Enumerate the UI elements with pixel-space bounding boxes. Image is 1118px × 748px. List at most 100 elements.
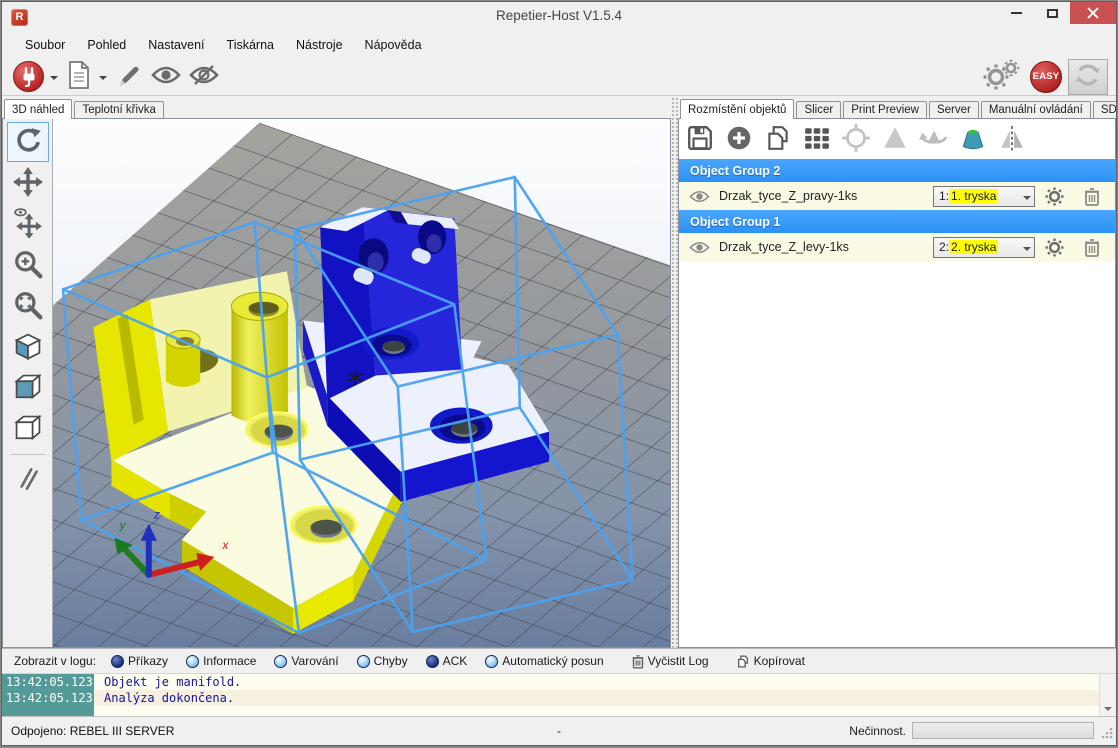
menu-nastaveni[interactable]: Nastavení xyxy=(137,34,215,56)
filter-informace[interactable]: Informace xyxy=(186,654,267,668)
rotate-object-button[interactable] xyxy=(919,124,949,154)
move-view-button[interactable] xyxy=(7,163,49,203)
object-settings-button[interactable] xyxy=(1035,238,1073,257)
tab-sd-karta[interactable]: SD karta xyxy=(1093,101,1117,118)
extruder-value: 1. tryska xyxy=(949,189,998,203)
printer-state-label: Nečinnost. xyxy=(849,724,906,738)
log-scrollbar[interactable] xyxy=(1099,674,1116,718)
emergency-stop-icon xyxy=(1073,60,1103,93)
connect-dropdown-arrow[interactable] xyxy=(50,76,58,84)
save-button[interactable] xyxy=(685,124,715,154)
crosshair-icon xyxy=(841,123,871,156)
emergency-stop-button[interactable] xyxy=(1068,59,1108,95)
axis-x-label: x xyxy=(221,538,229,552)
object-row-levy[interactable]: Drzak_tyce_Z_levy-1ks 2:2. tryska xyxy=(679,233,1115,261)
window-title: Repetier-Host V1.5.4 xyxy=(2,8,1116,23)
tab-print-preview[interactable]: Print Preview xyxy=(843,101,927,118)
front-view-button[interactable] xyxy=(7,368,49,408)
extruder-select[interactable]: 2:2. tryska xyxy=(933,237,1035,258)
filter-autoscroll[interactable]: Automatický posun xyxy=(485,654,614,668)
visibility-eye-button[interactable] xyxy=(689,241,719,254)
log-output[interactable]: 13:42:05.123 Objekt je manifold. 13:42:0… xyxy=(2,674,1116,718)
close-button[interactable] xyxy=(1070,2,1116,24)
tab-slicer[interactable]: Slicer xyxy=(796,101,841,118)
tab-teplotni-krivka[interactable]: Teplotní křivka xyxy=(74,101,164,118)
resize-grip[interactable] xyxy=(1100,726,1114,743)
top-cube-icon xyxy=(12,412,44,447)
log-entry: 13:42:05.123 Objekt je manifold. xyxy=(2,674,1116,690)
move-icon xyxy=(13,167,43,200)
hide-travel-button[interactable] xyxy=(185,60,223,94)
object-placement-panel: Object Group 2 Drzak_tyce_Z_pravy-1ks 1:… xyxy=(678,118,1116,648)
3d-viewport[interactable]: x y z xyxy=(53,119,670,647)
minimize-icon xyxy=(1011,12,1022,14)
edit-gcode-button[interactable] xyxy=(111,60,147,94)
lay-flat-button[interactable] xyxy=(958,124,988,154)
visibility-eye-button[interactable] xyxy=(689,190,719,203)
maximize-button[interactable] xyxy=(1034,2,1070,24)
extruder-prefix: 1: xyxy=(939,189,949,203)
menu-nastroje[interactable]: Nástroje xyxy=(285,34,354,56)
rotate-view-icon xyxy=(13,126,43,159)
filter-chyby[interactable]: Chyby xyxy=(357,654,419,668)
top-view-button[interactable] xyxy=(7,409,49,449)
easy-mode-button[interactable]: EASY xyxy=(1030,61,1062,93)
scale-object-button[interactable] xyxy=(880,124,910,154)
move-viewpoint-button[interactable] xyxy=(7,204,49,244)
menu-soubor[interactable]: Soubor xyxy=(14,34,76,56)
menu-tiskarna[interactable]: Tiskárna xyxy=(216,34,285,56)
center-object-button[interactable] xyxy=(841,124,871,154)
log-timestamp: 13:42:05.123 xyxy=(2,674,94,690)
add-object-button[interactable] xyxy=(724,124,754,154)
object-group-header[interactable]: Object Group 2 xyxy=(679,159,1115,182)
copy-log-button[interactable]: Kopírovat xyxy=(726,654,815,669)
zoom-fit-button[interactable] xyxy=(7,286,49,326)
minimize-button[interactable] xyxy=(998,2,1034,24)
filter-ack[interactable]: ACK xyxy=(426,654,479,668)
load-button[interactable] xyxy=(62,60,96,94)
isometric-cube-icon xyxy=(12,330,44,365)
show-filament-button[interactable] xyxy=(147,60,185,94)
tab-rozmisteni-objektu[interactable]: Rozmístění objektů xyxy=(680,99,794,119)
vertical-splitter[interactable] xyxy=(671,97,678,648)
object-row-pravy[interactable]: Drzak_tyce_Z_pravy-1ks 1:1. tryska xyxy=(679,182,1115,210)
connect-button[interactable] xyxy=(10,60,47,94)
connection-status: Odpojeno: REBEL III SERVER xyxy=(11,724,174,738)
rotate-view-button[interactable] xyxy=(7,122,49,162)
object-name: Drzak_tyce_Z_levy-1ks xyxy=(719,240,849,254)
zoom-in-button[interactable] xyxy=(7,245,49,285)
delete-object-button[interactable] xyxy=(1073,187,1111,206)
tab-manualni-ovladani[interactable]: Manuální ovládání xyxy=(981,101,1091,118)
chevron-down-icon xyxy=(1023,247,1031,255)
object-settings-button[interactable] xyxy=(1035,187,1073,206)
delete-object-button[interactable] xyxy=(1073,238,1111,257)
save-floppy-icon xyxy=(686,124,714,155)
pencil-icon xyxy=(114,60,144,93)
status-center-text: - xyxy=(557,724,561,738)
plus-circle-icon xyxy=(725,124,753,155)
tab-server[interactable]: Server xyxy=(929,101,979,118)
menu-napoveda[interactable]: Nápověda xyxy=(354,34,433,56)
mirror-icon xyxy=(998,124,1026,155)
settings-button[interactable] xyxy=(978,60,1024,94)
cross-section-button[interactable] xyxy=(7,459,49,499)
group-2-title: Object Group 2 xyxy=(690,164,780,178)
copy-objects-button[interactable] xyxy=(763,124,793,154)
object-group-header[interactable]: Object Group 1 xyxy=(679,210,1115,233)
mirror-object-button[interactable] xyxy=(997,124,1027,154)
menu-pohled[interactable]: Pohled xyxy=(76,34,137,56)
filter-varovani[interactable]: Varování xyxy=(274,654,349,668)
axis-y-label: y xyxy=(119,518,127,532)
main-toolbar: EASY xyxy=(2,58,1116,96)
view-tool-column xyxy=(3,119,52,647)
extruder-select[interactable]: 1:1. tryska xyxy=(933,186,1035,207)
autoposition-button[interactable] xyxy=(802,124,832,154)
grid-icon xyxy=(803,124,831,155)
clear-log-button[interactable]: Vyčistit Log xyxy=(622,654,719,669)
titlebar[interactable]: R Repetier-Host V1.5.4 xyxy=(2,2,1116,32)
side-panel: Rozmístění objektů Slicer Print Preview … xyxy=(678,97,1116,648)
tab-3d-nahled[interactable]: 3D náhled xyxy=(4,99,72,119)
filter-prikazy[interactable]: Příkazy xyxy=(111,654,179,668)
load-dropdown-arrow[interactable] xyxy=(99,76,107,84)
isometric-view-button[interactable] xyxy=(7,327,49,367)
